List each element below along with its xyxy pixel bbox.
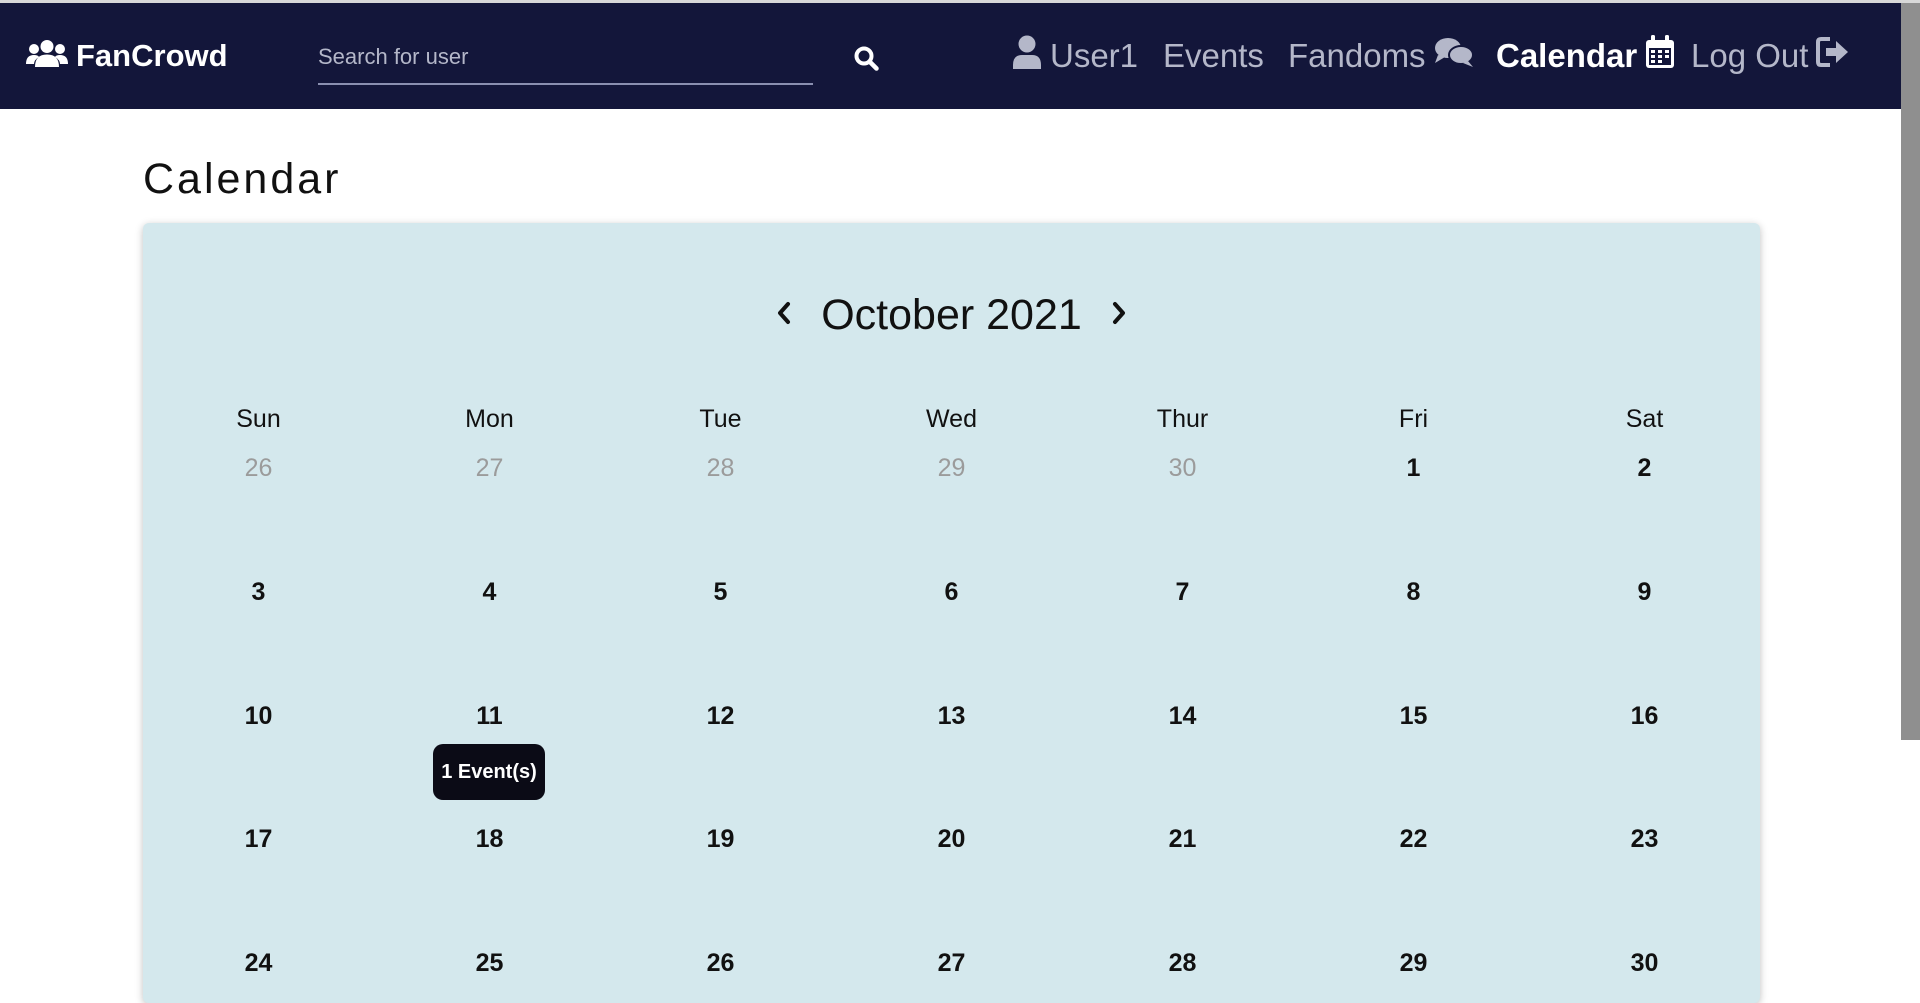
calendar-day[interactable]: 4	[374, 578, 605, 607]
calendar-day[interactable]: 28	[605, 454, 836, 483]
calendar-day[interactable]: 25	[374, 949, 605, 978]
calendar-day[interactable]: 11	[374, 702, 605, 731]
previous-month-button[interactable]	[769, 295, 799, 335]
user-icon	[1012, 35, 1042, 77]
calendar-day[interactable]: 14	[1067, 702, 1298, 731]
calendar-day[interactable]: 21	[1067, 825, 1298, 854]
nav-events-label: Events	[1163, 37, 1264, 74]
search-field	[318, 33, 813, 85]
month-label: October 2021	[821, 290, 1082, 339]
calendar-day[interactable]: 27	[836, 949, 1067, 978]
weekday-header: Sun	[236, 405, 281, 433]
calendar-day[interactable]: 1	[1298, 454, 1529, 483]
event-count-badge[interactable]: 1 Event(s)	[433, 744, 545, 800]
calendar-day[interactable]: 26	[605, 949, 836, 978]
nav-profile-link[interactable]: User1	[1012, 3, 1138, 109]
calendar-day[interactable]: 17	[143, 825, 374, 854]
calendar-day[interactable]: 9	[1529, 578, 1760, 607]
weekday-header: Mon	[465, 405, 514, 433]
calendar-day[interactable]: 26	[143, 454, 374, 483]
calendar-day[interactable]: 29	[1298, 949, 1529, 978]
nav-events-link[interactable]: Events	[1163, 3, 1264, 109]
calendar-day[interactable]: 12	[605, 702, 836, 731]
nav-logout-label: Log Out	[1691, 37, 1809, 74]
search-icon	[853, 45, 879, 76]
weekday-header: Wed	[926, 405, 977, 433]
calendar-day[interactable]: 30	[1529, 949, 1760, 978]
nav-calendar-link[interactable]: Calendar	[1496, 3, 1675, 109]
calendar-day[interactable]: 3	[143, 578, 374, 607]
calendar-day[interactable]: 6	[836, 578, 1067, 607]
calendar-day[interactable]: 7	[1067, 578, 1298, 607]
calendar-day[interactable]: 20	[836, 825, 1067, 854]
calendar-day[interactable]: 19	[605, 825, 836, 854]
calendar-day[interactable]: 13	[836, 702, 1067, 731]
chevron-right-icon	[1111, 301, 1127, 330]
nav-profile-label: User1	[1050, 37, 1139, 74]
calendar-day[interactable]: 10	[143, 702, 374, 731]
weekday-header: Fri	[1398, 405, 1429, 433]
users-icon	[26, 39, 68, 74]
page-title: Calendar	[143, 155, 342, 203]
calendar-day[interactable]: 28	[1067, 949, 1298, 978]
sign-out-icon	[1816, 37, 1850, 75]
month-navigation: October 2021	[143, 285, 1760, 345]
brand-name: FanCrowd	[76, 38, 228, 73]
calendar-day[interactable]: 29	[836, 454, 1067, 483]
next-month-button[interactable]	[1104, 295, 1134, 335]
calendar-day[interactable]: 23	[1529, 825, 1760, 854]
calendar-day[interactable]: 24	[143, 949, 374, 978]
weekday-header: Sat	[1625, 405, 1664, 433]
calendar-day[interactable]: 16	[1529, 702, 1760, 731]
weekday-header: Tue	[699, 405, 742, 433]
calendar-day[interactable]: 27	[374, 454, 605, 483]
search-button[interactable]	[849, 43, 883, 77]
nav-fandoms-link[interactable]: Fandoms	[1288, 3, 1474, 109]
calendar-icon	[1645, 35, 1675, 77]
search-input[interactable]	[318, 33, 813, 81]
calendar-day[interactable]: 2	[1529, 454, 1760, 483]
calendar-day[interactable]: 8	[1298, 578, 1529, 607]
brand-link[interactable]: FanCrowd	[26, 3, 228, 109]
scrollbar-thumb[interactable]	[1901, 3, 1920, 740]
calendar-day[interactable]: 15	[1298, 702, 1529, 731]
nav-logout-link[interactable]: Log Out	[1691, 3, 1850, 109]
calendar-day[interactable]: 18	[374, 825, 605, 854]
chevron-left-icon	[776, 301, 792, 330]
calendar-day[interactable]: 30	[1067, 454, 1298, 483]
calendar-panel: October 2021 Sun Mon Tue Wed Thur Fri Sa…	[143, 223, 1760, 1003]
nav-fandoms-label: Fandoms	[1288, 37, 1426, 74]
calendar-day[interactable]: 5	[605, 578, 836, 607]
weekday-header: Thur	[1156, 405, 1209, 433]
comments-icon	[1434, 36, 1474, 76]
nav-calendar-label: Calendar	[1496, 37, 1638, 74]
top-navbar: FanCrowd User1 Events Fandoms	[0, 3, 1920, 109]
calendar-day[interactable]: 22	[1298, 825, 1529, 854]
